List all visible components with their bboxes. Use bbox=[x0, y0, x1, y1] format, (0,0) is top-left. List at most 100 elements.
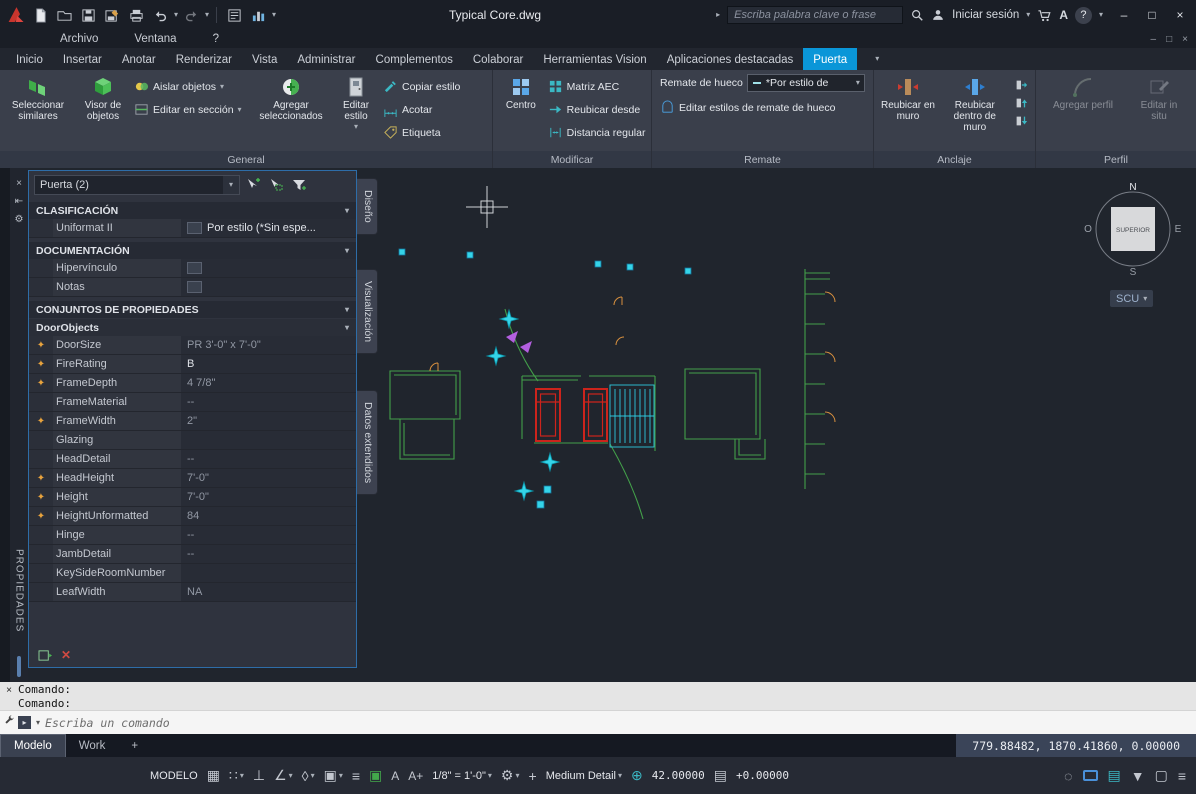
clean-screen-icon[interactable]: ▢ bbox=[1155, 767, 1168, 784]
property-row[interactable]: Notas bbox=[29, 278, 356, 297]
property-row[interactable]: HeadDetail -- bbox=[29, 450, 356, 469]
object-type-dropdown[interactable]: Puerta (2) ▾ bbox=[34, 174, 240, 195]
section-documentacion[interactable]: DOCUMENTACIÓN ▾ bbox=[29, 242, 356, 259]
compass-east[interactable]: E bbox=[1175, 224, 1182, 235]
editar-estilos-remate-button[interactable]: Editar estilos de remate de hueco bbox=[660, 98, 869, 117]
ribbon-tab-puerta[interactable]: Puerta bbox=[803, 48, 858, 70]
detail-level-button[interactable]: Medium Detail ▾ bbox=[546, 770, 622, 782]
annotation-scale-button[interactable]: 1/8" = 1'-0" ▾ bbox=[432, 770, 492, 782]
property-row[interactable]: Hinge -- bbox=[29, 526, 356, 545]
release-anchor-button[interactable] bbox=[1012, 77, 1030, 93]
panel-title-remate[interactable]: Remate bbox=[652, 151, 873, 168]
copiar-estilo-button[interactable]: Copiar estilo bbox=[383, 77, 487, 96]
signin-label[interactable]: Iniciar sesión bbox=[952, 9, 1019, 21]
menu-ventana[interactable]: Ventana bbox=[134, 33, 176, 45]
elevation-value[interactable]: 42.00000 bbox=[652, 769, 705, 782]
object-isolation-icon[interactable]: ◌ bbox=[1064, 768, 1072, 784]
anchor-down-button[interactable] bbox=[1012, 113, 1030, 129]
palette-autohide-icon[interactable]: ⇤ bbox=[15, 192, 23, 210]
viewcube-top-label[interactable]: SUPERIOR bbox=[1116, 227, 1150, 234]
save-icon[interactable] bbox=[78, 5, 99, 26]
object-snap-icon[interactable]: ▣ ▾ bbox=[324, 767, 343, 784]
undo-chevron-icon[interactable]: ▾ bbox=[174, 11, 178, 19]
window-minimize-button[interactable]: – bbox=[1110, 3, 1138, 27]
property-row[interactable]: Uniformat II Por estilo (*Sin espe... bbox=[29, 219, 356, 238]
property-source-icon[interactable] bbox=[38, 649, 53, 662]
tab-datos-extendidos[interactable]: Datos extendidos bbox=[357, 389, 378, 495]
property-row[interactable]: ✦ HeadHeight 7'-0" bbox=[29, 469, 356, 488]
annotation-visibility-icon[interactable]: A bbox=[391, 769, 399, 783]
autodesk-app-icon[interactable]: A bbox=[1059, 8, 1068, 22]
tab-diseno[interactable]: Diseño bbox=[357, 178, 378, 235]
ribbon-tab-herramientas-vision[interactable]: Herramientas Vision bbox=[533, 48, 656, 70]
grid-display-icon[interactable]: ▦ bbox=[207, 767, 220, 784]
lineweight-icon[interactable]: ≡ bbox=[352, 768, 360, 784]
select-objects-button[interactable] bbox=[266, 175, 286, 195]
user-icon[interactable] bbox=[931, 8, 945, 22]
open-icon[interactable] bbox=[54, 5, 75, 26]
editar-en-seccion-button[interactable]: Editar en sección ▾ bbox=[134, 100, 250, 119]
layer-state-icon[interactable]: ▤ bbox=[1108, 767, 1121, 784]
recent-commands-chevron-icon[interactable]: ▾ bbox=[36, 718, 40, 727]
plot-icon[interactable] bbox=[126, 5, 147, 26]
section-conjuntos-propiedades[interactable]: CONJUNTOS DE PROPIEDADES ▾ bbox=[29, 301, 356, 318]
help-chevron-icon[interactable]: ▾ bbox=[1099, 11, 1103, 19]
palette-properties-menu-icon[interactable]: ⚙ bbox=[15, 210, 24, 228]
property-row[interactable]: ✦ FrameDepth 4 7/8" bbox=[29, 374, 356, 393]
redo-icon[interactable] bbox=[181, 5, 202, 26]
panel-title-modificar[interactable]: Modificar bbox=[493, 151, 651, 168]
remove-property-set-icon[interactable]: ✕ bbox=[61, 648, 71, 662]
doc-close-button[interactable]: × bbox=[1182, 34, 1188, 45]
property-row[interactable]: ✦ FireRating B bbox=[29, 355, 356, 374]
qat-customize-chevron-icon[interactable]: ▾ bbox=[272, 11, 276, 19]
command-wrench-icon[interactable] bbox=[3, 714, 15, 725]
compass-south[interactable]: S bbox=[1130, 267, 1137, 278]
acotar-button[interactable]: Acotar bbox=[383, 100, 487, 119]
menu-archivo[interactable]: Archivo bbox=[60, 33, 98, 45]
property-row[interactable]: JambDetail -- bbox=[29, 545, 356, 564]
panel-title-anclaje[interactable]: Anclaje bbox=[874, 151, 1035, 168]
ribbon-tab-anotar[interactable]: Anotar bbox=[112, 48, 166, 70]
seleccionar-similares-button[interactable]: Seleccionar similares bbox=[4, 73, 72, 151]
new-file-icon[interactable] bbox=[30, 5, 51, 26]
reubicar-dentro-muro-button[interactable]: Reubicar dentro de muro bbox=[941, 73, 1009, 151]
property-row[interactable]: LeafWidth NA bbox=[29, 583, 356, 602]
command-prompt-icon[interactable]: ▸ bbox=[18, 716, 31, 729]
ribbon-tab-insertar[interactable]: Insertar bbox=[53, 48, 112, 70]
app-logo-icon[interactable] bbox=[6, 5, 27, 26]
property-row[interactable]: FrameMaterial -- bbox=[29, 393, 356, 412]
remate-style-combobox[interactable]: *Por estilo de ▾ bbox=[746, 73, 865, 92]
anchor-up-button[interactable] bbox=[1012, 95, 1030, 111]
polar-tracking-icon[interactable]: ∠ ▾ bbox=[274, 767, 293, 784]
aislar-objetos-button[interactable]: Aislar objetos ▾ bbox=[134, 77, 250, 96]
graphics-performance-icon[interactable] bbox=[1082, 770, 1098, 781]
ucs-control[interactable]: SCU ▾ bbox=[1110, 290, 1154, 307]
doc-restore-button[interactable]: □ bbox=[1166, 34, 1172, 45]
menu-help[interactable]: ? bbox=[213, 33, 219, 45]
ribbon-tab-colaborar[interactable]: Colaborar bbox=[463, 48, 534, 70]
ribbon-tab-complementos[interactable]: Complementos bbox=[366, 48, 463, 70]
tab-work[interactable]: Work bbox=[66, 734, 119, 757]
command-close-icon[interactable]: × bbox=[3, 685, 15, 696]
drawing-canvas[interactable]: SUPERIOR N O E S SCU ▾ bbox=[378, 168, 1196, 682]
offset-value[interactable]: +0.00000 bbox=[736, 769, 789, 782]
window-close-button[interactable]: × bbox=[1166, 3, 1194, 27]
ribbon-collapse-button[interactable]: ▾ bbox=[867, 48, 887, 70]
autoscale-icon[interactable]: A+ bbox=[408, 769, 423, 783]
property-row[interactable]: Hipervínculo bbox=[29, 259, 356, 278]
property-row[interactable]: Glazing bbox=[29, 431, 356, 450]
compass-west[interactable]: O bbox=[1084, 224, 1092, 235]
centro-button[interactable]: Centro bbox=[497, 73, 545, 151]
ortho-mode-icon[interactable]: ⊥ bbox=[253, 767, 265, 784]
toggle-pickadd-button[interactable] bbox=[243, 175, 263, 195]
panel-title-perfil[interactable]: Perfil bbox=[1036, 151, 1196, 168]
customization-menu-icon[interactable]: ≡ bbox=[1178, 768, 1186, 784]
property-row[interactable]: ✦ HeightUnformatted 84 bbox=[29, 507, 356, 526]
selection-cycling-icon[interactable]: ▣ bbox=[369, 767, 382, 784]
tab-visualizacion[interactable]: Visualización bbox=[357, 268, 378, 354]
ribbon-tab-administrar[interactable]: Administrar bbox=[287, 48, 365, 70]
ribbon-tab-inicio[interactable]: Inicio bbox=[6, 48, 53, 70]
geolocation-icon[interactable]: ⊕ bbox=[631, 767, 643, 784]
property-row[interactable]: KeySideRoomNumber bbox=[29, 564, 356, 583]
palette-bottom-icon[interactable] bbox=[17, 656, 21, 677]
